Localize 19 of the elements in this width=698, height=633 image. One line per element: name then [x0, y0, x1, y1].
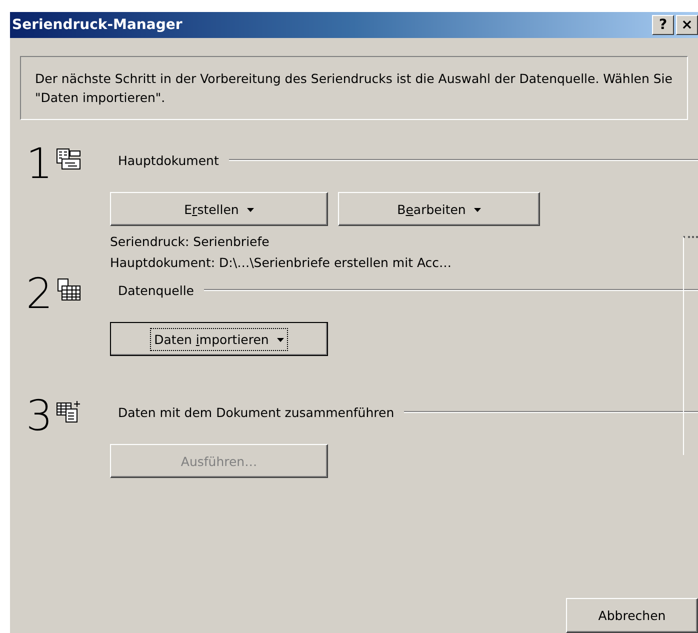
dropdown-button[interactable]: Erstellen: [110, 192, 328, 226]
dropdown-button[interactable]: Daten importieren: [110, 322, 328, 356]
section-heading: Daten mit dem Dokument zusammenführen: [118, 404, 394, 420]
merge-icon: [56, 400, 82, 424]
table-icon: [56, 278, 82, 302]
info-text: Seriendruck: Serienbriefe: [110, 234, 270, 249]
section-heading: Hauptdokument: [118, 152, 219, 168]
close-button[interactable]: ×: [676, 15, 698, 35]
step-number: 1: [26, 144, 52, 184]
instruction-text: Der nächste Schritt in der Vorbereitung des Seriendrucks ist die Auswahl der Datenquelle. Wählen Sie "Daten importieren".: [35, 71, 672, 105]
cancel-button[interactable]: Abbrechen: [566, 598, 698, 633]
dropdown-button[interactable]: Bearbeiten: [338, 192, 540, 226]
document-icon: [56, 148, 82, 172]
step-number: 3: [26, 396, 52, 436]
help-button[interactable]: ?: [652, 15, 674, 35]
window-title: Seriendruck-Manager: [12, 17, 184, 33]
step-number: 2: [26, 274, 52, 314]
info-text: Hauptdokument: D:\…\Serienbriefe erstellen mit Acc…: [110, 255, 453, 270]
section-heading: Datenquelle: [118, 282, 194, 298]
